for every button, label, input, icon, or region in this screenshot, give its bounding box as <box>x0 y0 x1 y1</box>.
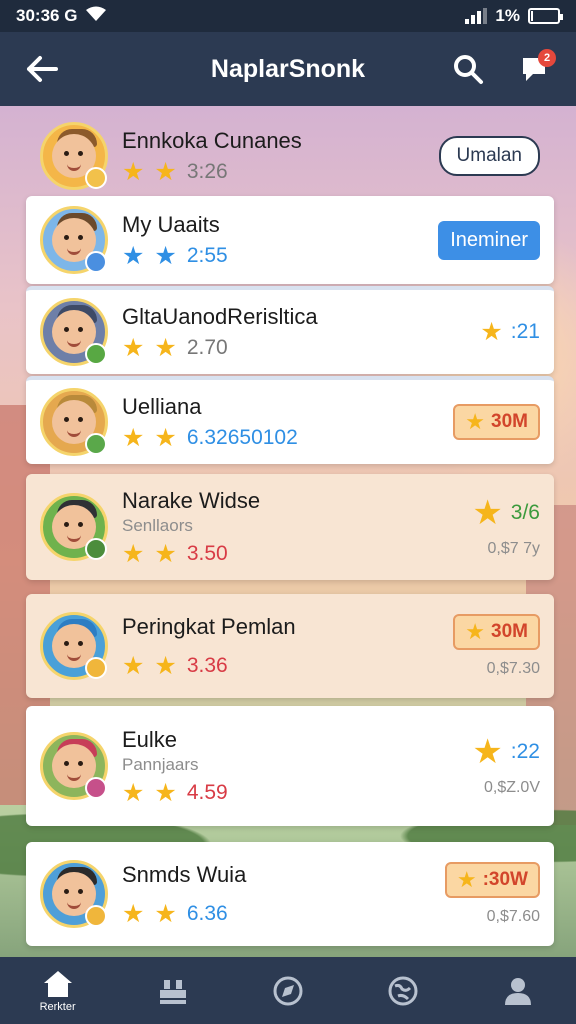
player-score: 3.50 <box>186 542 228 565</box>
reward-value: :30W <box>482 869 528 890</box>
cell-signal-icon <box>465 8 488 24</box>
star-icon: ★ <box>154 899 177 928</box>
player-subtitle: Senllaors <box>122 515 193 535</box>
player-name: Eulke <box>122 726 178 752</box>
compass-icon <box>273 976 303 1005</box>
reward-value: 30M <box>491 411 528 432</box>
star-icon: ★ <box>154 241 177 270</box>
list-item[interactable]: My Uaaits ★ ★ 2:55 Ineminer <box>26 196 554 284</box>
player-score: 2:55 <box>186 244 228 267</box>
star-icon: ★ <box>465 409 486 434</box>
player-name: Ennkoka Cunanes <box>122 127 302 153</box>
star-icon: ★ <box>122 899 145 928</box>
player-name: My Uaaits <box>122 211 220 237</box>
status-bar: 30:36 G 1% <box>0 0 576 32</box>
star-icon: ★ <box>456 867 477 892</box>
player-name: Uelliana <box>122 393 202 419</box>
extra-value: 0,$Z.0V <box>483 779 540 796</box>
extra-value: 0,$7.30 <box>486 660 540 677</box>
star-icon: ★ <box>122 423 145 452</box>
nav-profile[interactable] <box>478 961 558 1021</box>
globe-icon <box>388 976 418 1005</box>
reward-badge[interactable]: ★ 30M <box>453 404 540 440</box>
player-subtitle: Pannjaars <box>122 754 199 774</box>
arrow-left-icon <box>27 56 58 82</box>
reward-value: 30M <box>491 621 528 642</box>
star-icon: ★ <box>472 733 503 771</box>
player-name: Peringkat Pemlan <box>122 613 296 639</box>
player-score: 4.59 <box>186 781 228 804</box>
rank-value: :22 <box>510 740 540 763</box>
rank-value: :21 <box>510 320 540 343</box>
avatar <box>40 493 108 561</box>
star-icon: ★ <box>122 157 145 186</box>
player-score: 6.32650102 <box>186 426 298 449</box>
search-icon <box>454 55 483 84</box>
list-item[interactable]: Uelliana ★ ★ 6.32650102 ★ 30M <box>26 376 554 464</box>
profile-icon <box>505 977 532 1005</box>
action-button[interactable]: Ineminer <box>438 220 540 260</box>
reward-badge[interactable]: ★ 30M <box>453 614 540 650</box>
star-icon: ★ <box>154 651 177 680</box>
notification-badge: 2 <box>538 49 556 67</box>
nav-explore[interactable] <box>248 961 328 1021</box>
star-icon: ★ <box>154 539 177 568</box>
extra-value: 0,$7.60 <box>486 908 540 925</box>
star-icon: ★ <box>472 494 503 532</box>
rank-value: 3/6 <box>510 501 540 524</box>
nav-world[interactable] <box>363 961 443 1021</box>
player-score: 3:26 <box>186 160 228 183</box>
star-icon: ★ <box>154 333 177 362</box>
nav-cards[interactable] <box>133 961 213 1021</box>
battery-icon <box>528 8 563 24</box>
avatar <box>40 122 108 190</box>
extra-value: 0,$7 7y <box>487 540 540 557</box>
back-button[interactable] <box>20 47 64 91</box>
star-icon: ★ <box>465 619 486 644</box>
list-item[interactable]: GltaUanodRerisltica ★ ★ 2.70 ★ :21 <box>26 286 554 374</box>
list-item[interactable]: Ennkoka Cunanes ★ ★ 3:26 Umalan <box>26 112 554 200</box>
star-icon: ★ <box>154 157 177 186</box>
notifications-button[interactable]: 2 <box>512 47 556 91</box>
wifi-icon <box>85 6 107 27</box>
player-name: GltaUanodRerisltica <box>122 303 318 329</box>
upload-button[interactable]: Umalan <box>438 136 540 176</box>
star-icon: ★ <box>122 333 145 362</box>
list-item[interactable]: Peringkat Pemlan ★ ★ 3.36 ★ 30M 0,$7.30 <box>26 594 554 698</box>
avatar <box>40 388 108 456</box>
list-item[interactable]: Snmds Wuia ★ ★ 6.36 ★ :30W 0,$7.60 <box>26 842 554 946</box>
star-icon: ★ <box>154 423 177 452</box>
app-bar: NaplarSnonk 2 <box>0 32 576 106</box>
avatar <box>40 732 108 800</box>
star-icon: ★ <box>122 539 145 568</box>
nav-home-label: Rerkter <box>39 1000 76 1013</box>
home-icon <box>43 970 72 997</box>
star-icon: ★ <box>480 317 503 346</box>
battery-percent: 1% <box>495 6 520 25</box>
avatar <box>40 298 108 366</box>
star-icon: ★ <box>154 778 177 807</box>
avatar <box>40 206 108 274</box>
nav-home[interactable]: Rerkter <box>18 961 98 1021</box>
cards-icon <box>159 979 186 1004</box>
player-score: 2.70 <box>186 336 228 359</box>
player-score: 6.36 <box>186 902 228 925</box>
avatar <box>40 612 108 680</box>
bottom-navigation: Rerkter <box>0 957 576 1024</box>
player-score: 3.36 <box>186 654 228 677</box>
avatar <box>40 860 108 928</box>
star-icon: ★ <box>122 778 145 807</box>
search-button[interactable] <box>446 47 490 91</box>
star-icon: ★ <box>122 241 145 270</box>
list-item[interactable]: Eulke Pannjaars ★ ★ 4.59 ★ :22 0,$Z.0V <box>26 706 554 826</box>
star-icon: ★ <box>122 651 145 680</box>
player-name: Narake Widse <box>122 487 261 513</box>
list-item[interactable]: Narake Widse Senllaors ★ ★ 3.50 ★ 3/6 0,… <box>26 474 554 580</box>
player-name: Snmds Wuia <box>122 861 247 887</box>
reward-badge[interactable]: ★ :30W <box>444 862 540 898</box>
status-time: 30:36 G <box>16 6 78 25</box>
